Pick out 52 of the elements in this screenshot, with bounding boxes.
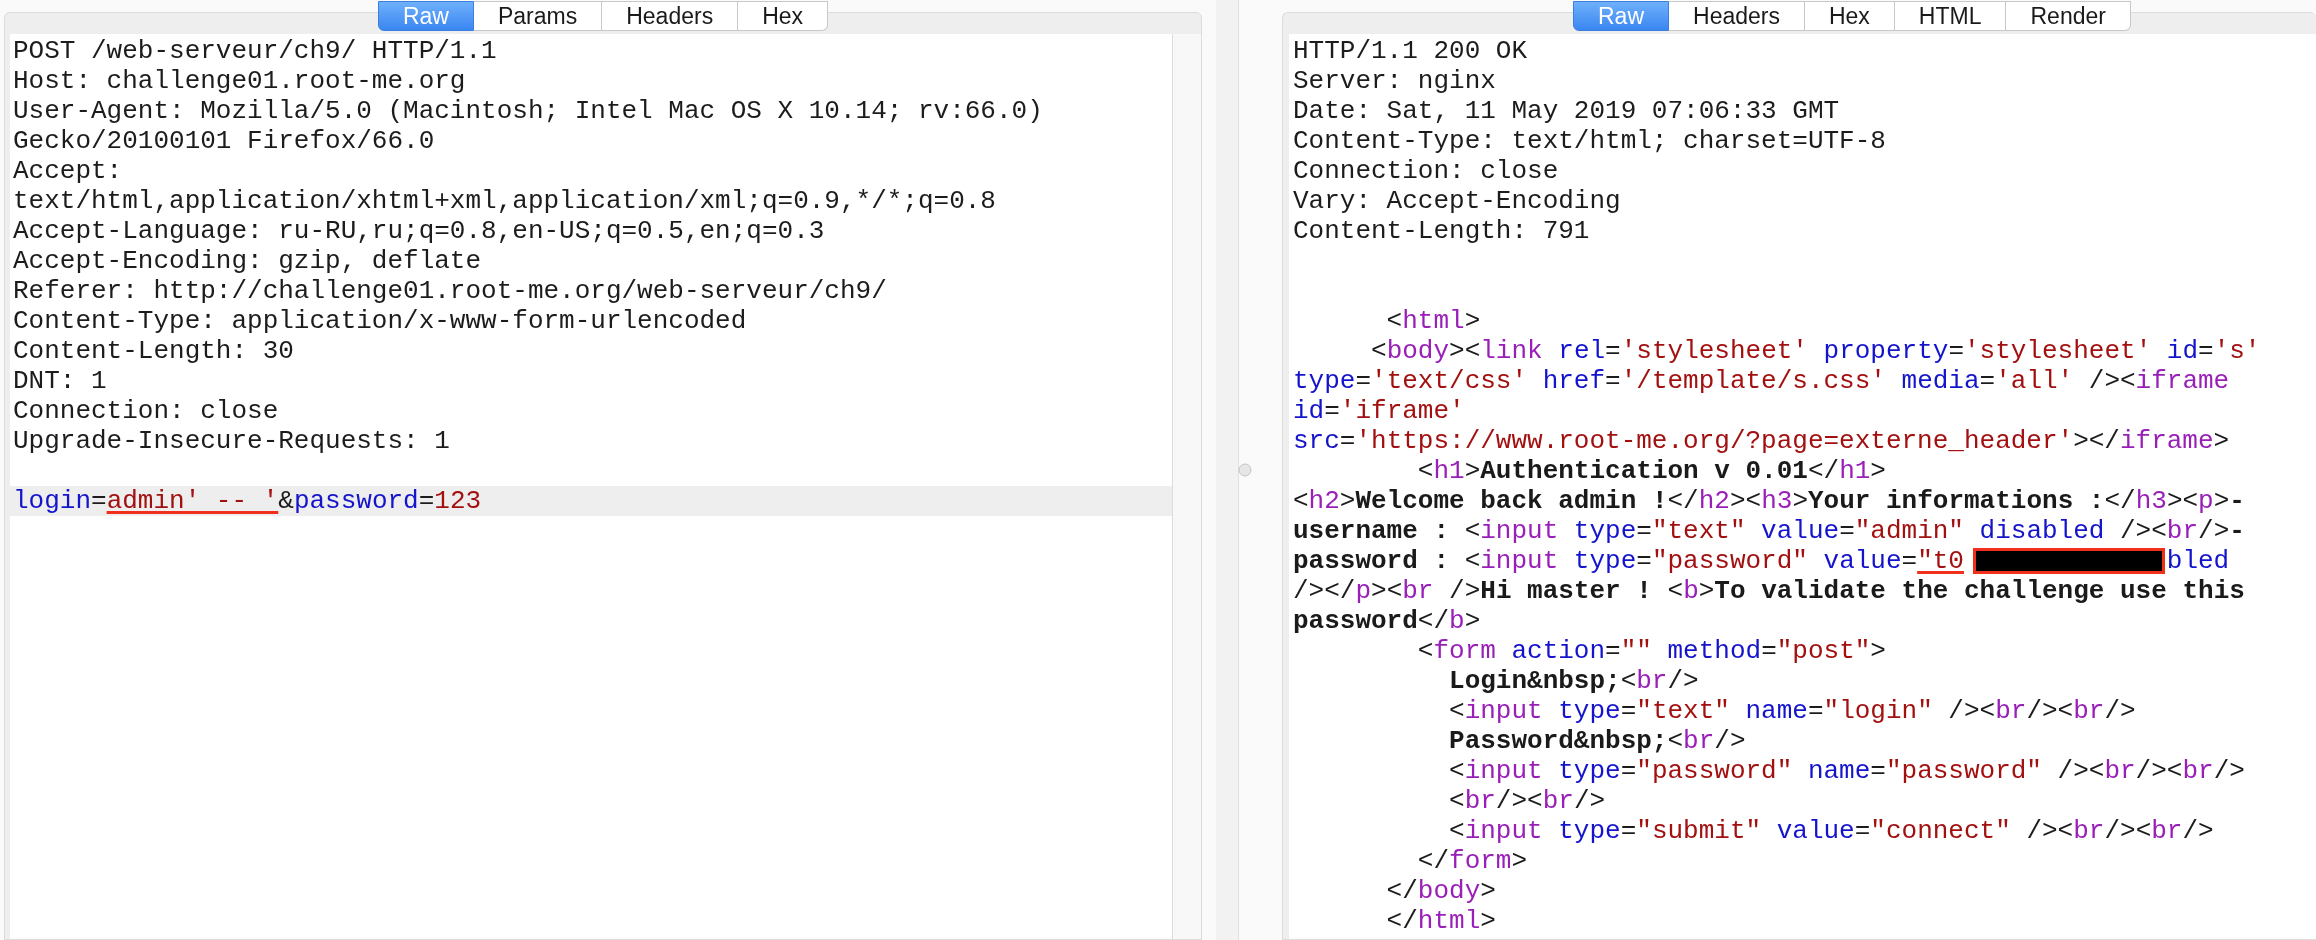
- code-line: Content-Length: 30: [12, 336, 295, 366]
- code-line: username : <input type="text" value="admin" disabled /><br/>-: [1292, 516, 2246, 546]
- code-line: src='https://www.root-me.org/?page=externe_header'></iframe>: [1292, 426, 2231, 456]
- code-line: Referer: http://challenge01.root-me.org/web-serveur/ch9/: [12, 276, 888, 306]
- code-line: </form>: [1416, 846, 1529, 876]
- code-line: Content-Length: 791: [1292, 216, 1591, 246]
- code-line: <input type="submit" value="connect" /><br/><br/>: [1448, 816, 2215, 846]
- code-line: id='iframe': [1292, 396, 1466, 426]
- splitter-handle-icon[interactable]: [1238, 463, 1252, 477]
- code-line: <html>: [1385, 306, 1482, 336]
- code-line: <input type="text" name="login" /><br/><br/>: [1448, 696, 2137, 726]
- code-line: Date: Sat, 11 May 2019 07:06:33 GMT: [1292, 96, 1841, 126]
- splitter-bar[interactable]: [1216, 0, 1239, 940]
- code-line: /></p><br />Hi master ! <b>To validate the challenge use this: [1292, 576, 2246, 606]
- code-line: Connection: close: [12, 396, 280, 426]
- code-line: Accept:: [12, 156, 124, 186]
- code-line: <input type="password" name="password" /><br/><br/>: [1448, 756, 2246, 786]
- tab[interactable]: HTML: [1894, 1, 2007, 31]
- code-line: Host: challenge01.root-me.org: [12, 66, 467, 96]
- code-line: text/html,application/xhtml+xml,application/xml;q=0.9,*/*;q=0.8: [12, 186, 997, 216]
- scrollbar-track[interactable]: [1172, 34, 1201, 939]
- tab[interactable]: Headers: [602, 1, 739, 31]
- code-line: Vary: Accept-Encoding: [1292, 186, 1622, 216]
- code-line: <h1>Authentication v 0.01</h1>: [1416, 456, 1887, 486]
- code-line: type='text/css' href='/template/s.css' media='all' /><iframe: [1292, 366, 2231, 396]
- code-line: password : <input type="password" value="t0 bled: [1292, 546, 2231, 576]
- code-line: HTTP/1.1 200 OK: [1292, 36, 1529, 66]
- code-line: Password&nbsp;<br/>: [1448, 726, 1747, 756]
- code-line: password</b>: [1292, 606, 1482, 636]
- code-line: Content-Type: application/x-www-form-urlencoded: [12, 306, 748, 336]
- tab[interactable]: Render: [2006, 1, 2131, 31]
- code-line: POST /web-serveur/ch9/ HTTP/1.1: [12, 36, 498, 66]
- code-line: Content-Type: text/html; charset=UTF-8: [1292, 126, 1887, 156]
- code-line: <form action="" method="post">: [1416, 636, 1887, 666]
- code-line: Accept-Encoding: gzip, deflate: [12, 246, 483, 276]
- code-line: Login&nbsp;<br/>: [1448, 666, 1700, 696]
- code-line: <h2>Welcome back admin !</h2><h3>Your informations :</h3><p>-: [1292, 486, 2246, 516]
- tab[interactable]: Hex: [1804, 1, 1895, 31]
- tab[interactable]: Headers: [1669, 1, 1805, 31]
- code-line: </html>: [1385, 906, 1497, 936]
- code-line: <br/><br/>: [1448, 786, 1607, 816]
- tab[interactable]: Hex: [738, 1, 829, 31]
- code-line: Accept-Language: ru-RU,ru;q=0.8,en-US;q=0.5,en;q=0.3: [12, 216, 826, 246]
- code-line: Upgrade-Insecure-Requests: 1: [12, 426, 451, 456]
- code-line: </body>: [1385, 876, 1497, 906]
- code-line: DNT: 1: [12, 366, 108, 396]
- code-line: Connection: close: [1292, 156, 1560, 186]
- code-line: <body><link rel='stylesheet' property='stylesheet' id='s': [1370, 336, 2262, 366]
- code-line: User-Agent: Mozilla/5.0 (Macintosh; Intel Mac OS X 10.14; rv:66.0): [12, 96, 1044, 126]
- tab[interactable]: Params: [473, 1, 603, 31]
- code-line: Gecko/20100101 Firefox/66.0: [12, 126, 436, 156]
- code-line: Server: nginx: [1292, 66, 1497, 96]
